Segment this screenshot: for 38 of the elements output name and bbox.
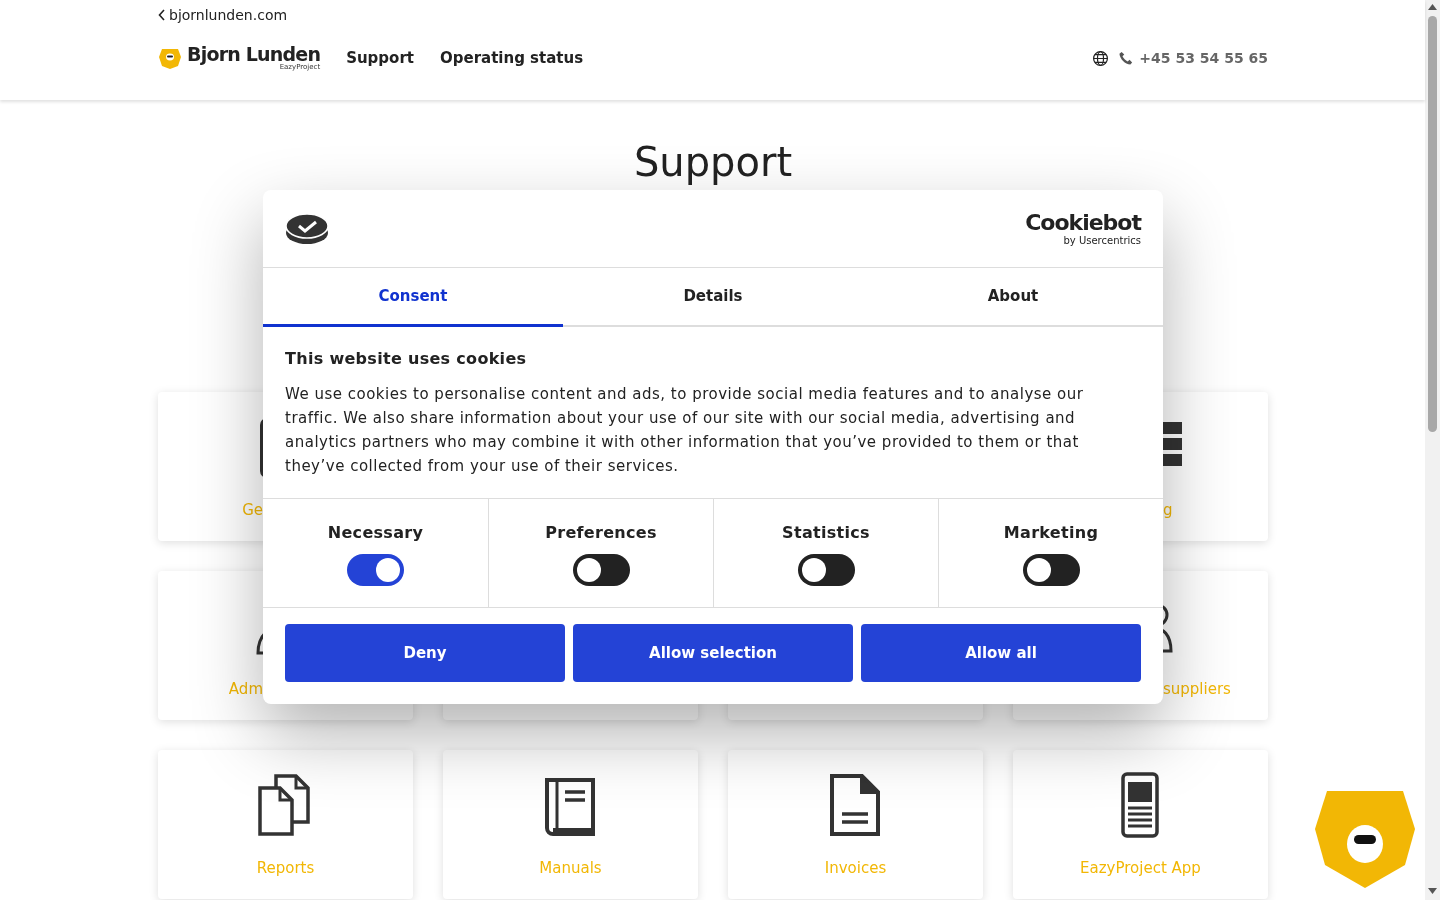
cookie-description: We use cookies to personalise content and ads, to provide social media features and to analyse our traffic. We also share information about your use of our site with our social media, advertising and analytics partners who may combine it with other information that you’ve provided to them or that they’ve collected from your use of their services. [285,384,1085,477]
toggle-switch[interactable] [797,554,855,586]
cookiebot-logo: Cookiebot by Usercentrics [1025,211,1141,246]
phone-link[interactable]: +45 53 54 55 65 [1119,50,1268,66]
card-label: Adm [227,680,264,698]
nav-link[interactable]: Operating status [440,49,584,67]
globe-icon[interactable] [1092,49,1110,67]
nav-link[interactable]: Support [346,49,414,67]
dialog-tab[interactable]: Consent [263,268,563,327]
brand-name: Bjorn Lunden [187,45,321,64]
cookie-check-icon [285,211,329,246]
category-label: Marketing [1003,523,1099,542]
scroll-up-icon[interactable] [1428,4,1437,10]
shield-logo-icon [158,46,182,70]
card-label: EazyProject App [1079,859,1202,877]
toggle-switch[interactable] [1022,554,1080,586]
category-label: Preferences [545,523,657,542]
card-label: Reports [255,859,316,877]
back-link[interactable]: bjornlunden.com [158,0,1268,23]
category-label: Necessary [327,523,424,542]
card-label: Ge [241,501,264,519]
scroll-down-icon[interactable] [1428,888,1437,894]
chevron-left-icon [158,9,166,21]
phone-icon [1119,51,1134,65]
card-label: Manuals [538,859,603,877]
dialog-heading: This website uses cookies [285,349,528,368]
consent-button[interactable]: Allow all [861,624,1141,682]
toggle-switch[interactable] [347,554,404,586]
consent-button[interactable]: Allow selection [573,624,853,682]
dialog-tab[interactable]: About [863,268,1163,327]
toggle-switch[interactable] [572,554,630,586]
card-label: Invoices [823,859,888,877]
card-label: g [1162,501,1174,519]
consent-button[interactable]: Deny [285,624,565,682]
page-title: Support [632,138,794,187]
dialog-tab[interactable]: Details [563,268,863,327]
card-label: suppliers [1162,680,1232,698]
category-label: Statistics [782,523,870,542]
